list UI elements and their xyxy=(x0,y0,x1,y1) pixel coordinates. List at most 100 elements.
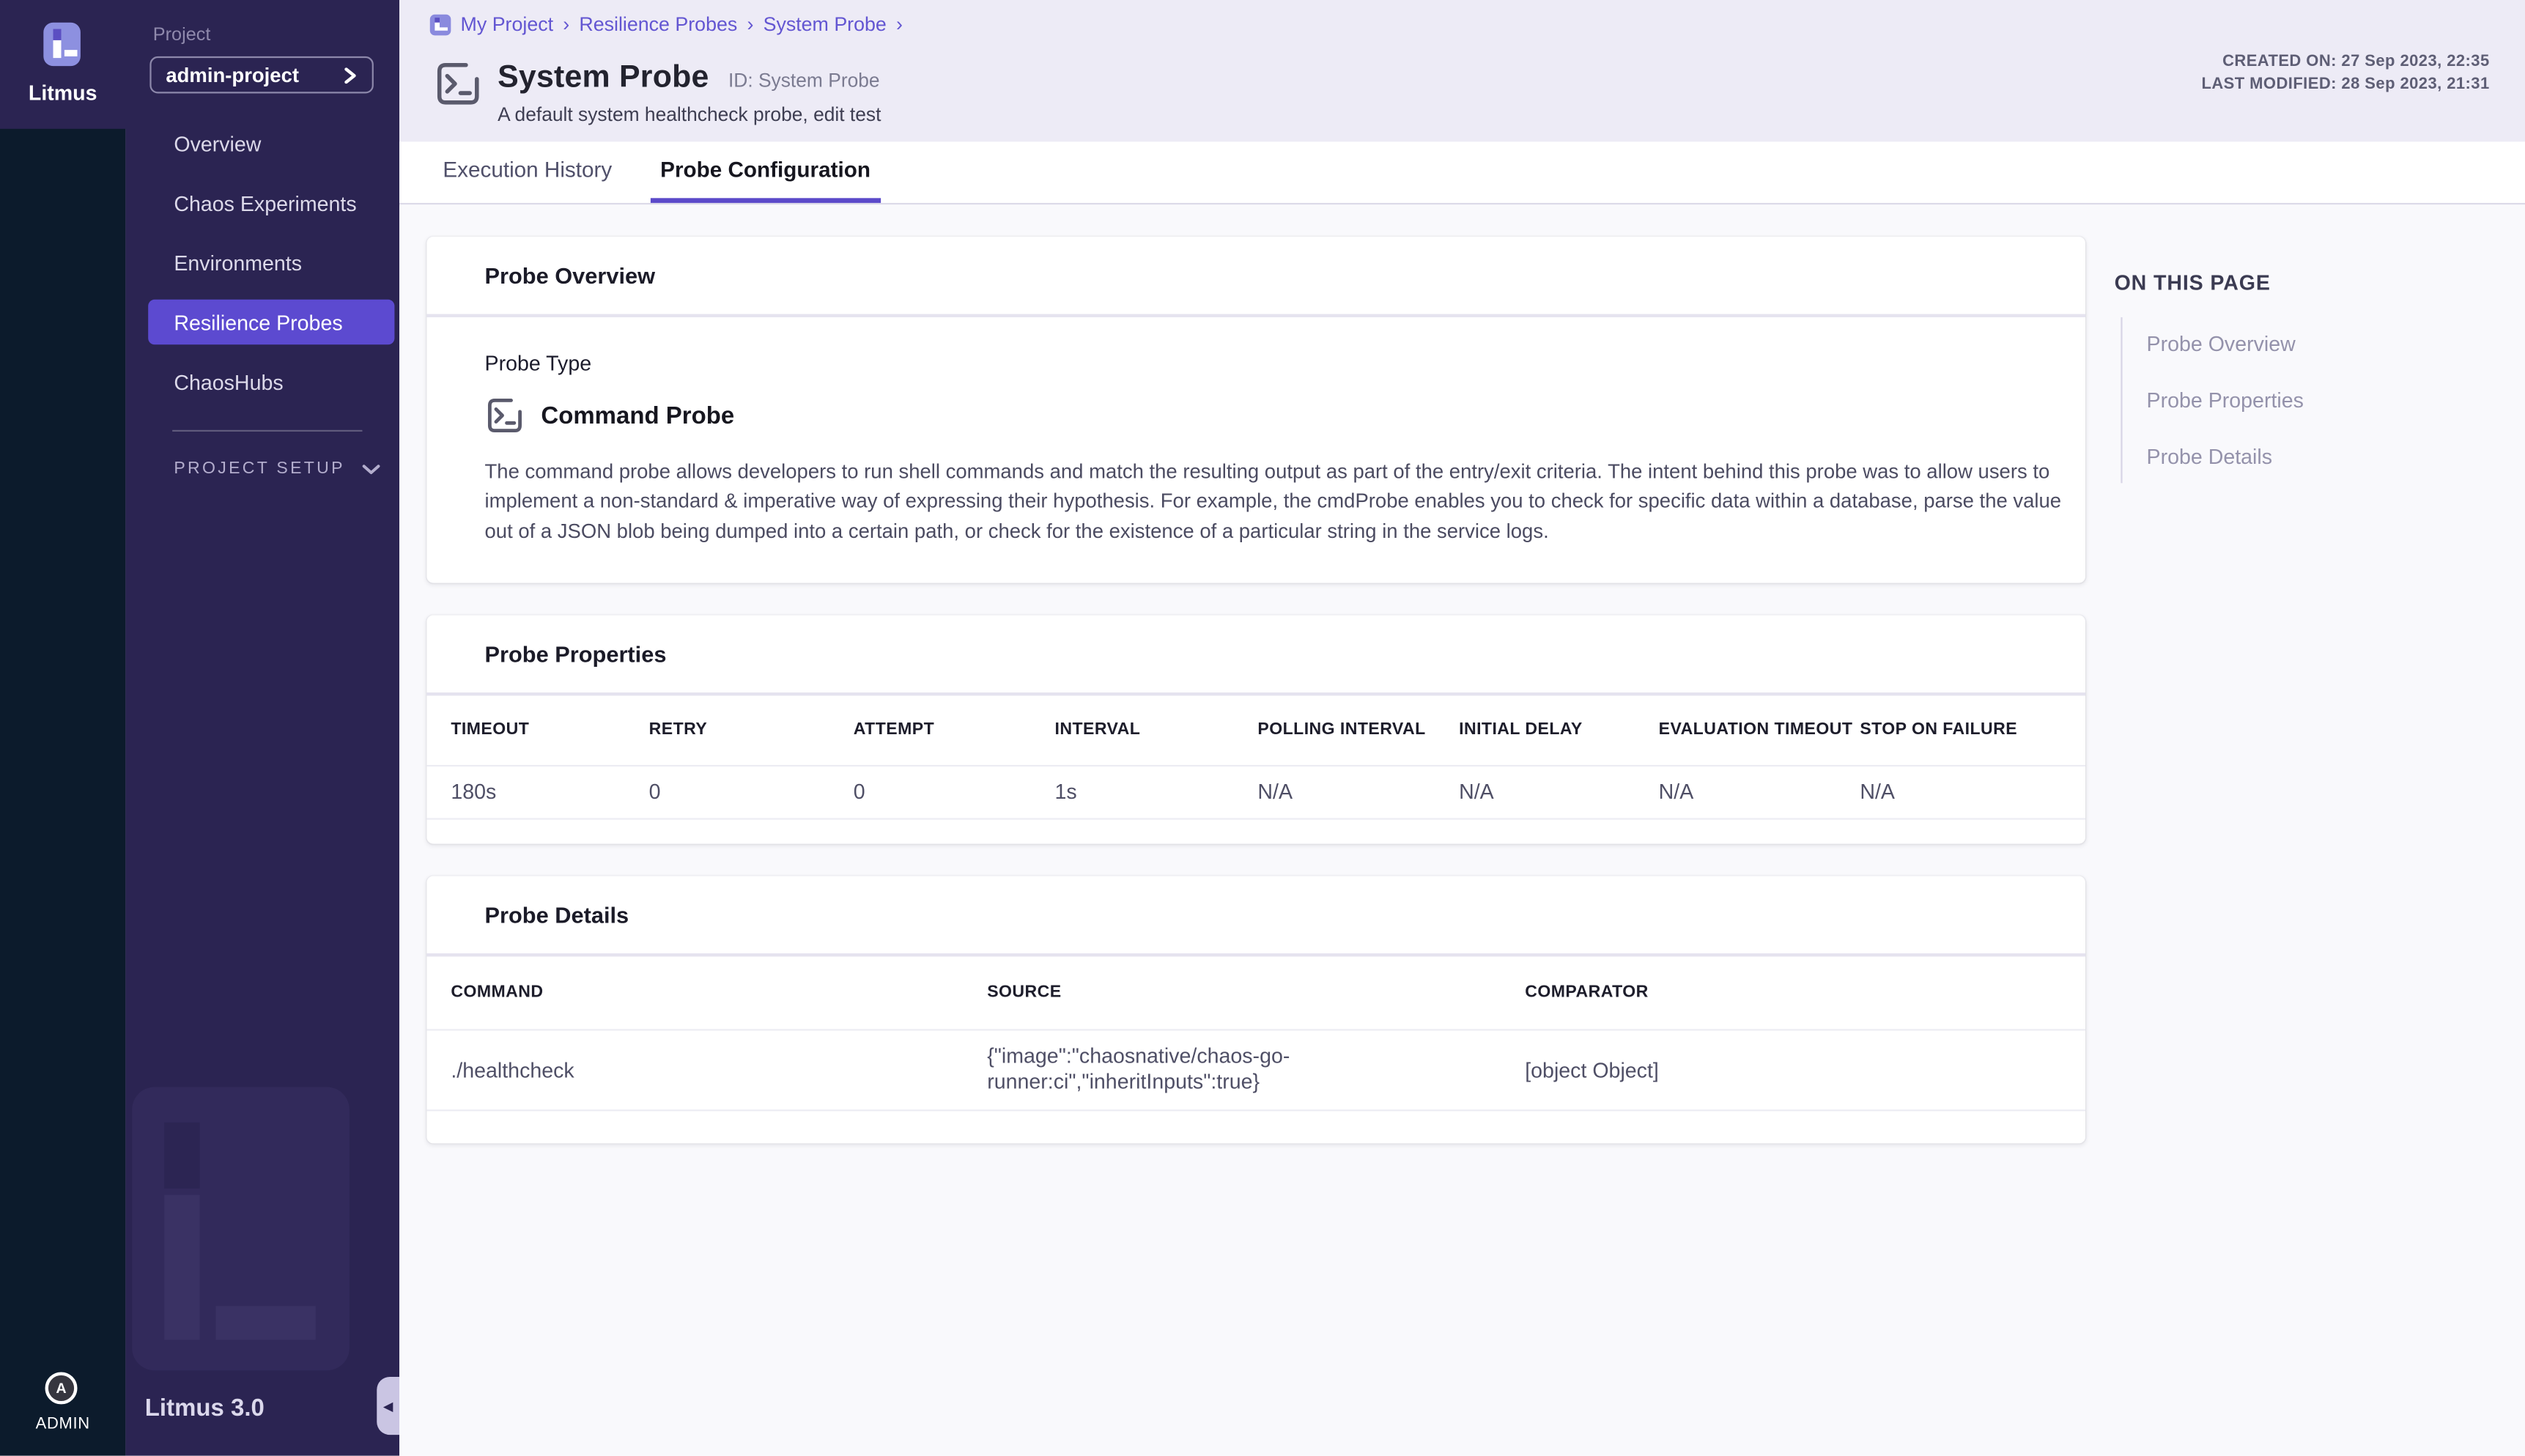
tab-probe-configuration[interactable]: Probe Configuration xyxy=(651,141,880,203)
terminal-icon xyxy=(485,396,525,435)
probe-overview-body: Probe Type Command Probe The command pro… xyxy=(426,317,2085,583)
logo-segment xyxy=(64,49,77,56)
comparator-value: [object Object] xyxy=(1525,1058,2085,1082)
column-header: POLLING INTERVAL xyxy=(1257,720,1459,739)
tab-bar: Execution History Probe Configuration xyxy=(399,141,2525,204)
sidebar-item-resilience-probes[interactable]: Resilience Probes xyxy=(148,300,394,345)
column-header: INTERVAL xyxy=(1054,720,1257,739)
stop-on-failure-value: N/A xyxy=(1860,780,2085,805)
link-probe-details[interactable]: Probe Details xyxy=(2147,445,2485,469)
details-header-row: COMMAND SOURCE COMPARATOR xyxy=(426,956,2085,1029)
retry-value: 0 xyxy=(649,780,854,805)
watermark-segment xyxy=(215,1306,315,1339)
column-header: INITIAL DELAY xyxy=(1459,720,1659,739)
probe-type-name: Command Probe xyxy=(541,402,734,429)
chevron-right-icon: › xyxy=(747,13,753,36)
cards-column: Probe Overview Probe Type Command Probe xyxy=(426,237,2085,1175)
sidebar-collapse-button[interactable]: ◀ xyxy=(377,1377,399,1435)
collapse-left-icon: ◀ xyxy=(383,1399,393,1413)
column-header: STOP ON FAILURE xyxy=(1860,720,2085,739)
main-area: My Project › Resilience Probes › System … xyxy=(399,0,2525,1456)
column-header: EVALUATION TIMEOUT xyxy=(1659,720,1860,739)
command-value: ./healthcheck xyxy=(451,1058,987,1082)
evaluation-timeout-value: N/A xyxy=(1659,780,1860,805)
chevron-right-icon xyxy=(343,67,358,83)
sidebar: Project admin-project Overview Chaos Exp… xyxy=(125,0,399,1456)
polling-interval-value: N/A xyxy=(1257,780,1459,805)
title-block: System Probe ID: System Probe A default … xyxy=(498,59,881,125)
probe-id-label: ID: System Probe xyxy=(728,70,880,92)
probe-type-label: Probe Type xyxy=(485,351,2027,375)
project-selector[interactable]: admin-project xyxy=(149,56,373,94)
terminal-icon xyxy=(433,59,483,108)
breadcrumb: My Project › Resilience Probes › System … xyxy=(430,13,903,36)
probe-description: The command probe allows developers to r… xyxy=(485,457,2082,546)
logo-label: Litmus xyxy=(0,81,125,105)
sidebar-item-chaoshubs[interactable]: ChaosHubs xyxy=(148,359,394,404)
probe-overview-title: Probe Overview xyxy=(426,237,2085,314)
project-selector-value: admin-project xyxy=(166,64,343,86)
litmus-breadcrumb-icon xyxy=(430,14,451,35)
probe-properties-card: Probe Properties TIMEOUT RETRY ATTEMPT I… xyxy=(426,615,2085,843)
litmus-watermark-logo xyxy=(132,1087,350,1370)
details-value-row: ./healthcheck {"image":"chaosnative/chao… xyxy=(426,1029,2085,1111)
tab-label: Execution History xyxy=(443,158,612,182)
litmus-logo-icon[interactable] xyxy=(43,23,81,66)
sidebar-item-label: Overview xyxy=(174,131,261,155)
project-setup-toggle[interactable]: PROJECT SETUP xyxy=(174,459,380,478)
left-rail: Litmus A ADMIN xyxy=(0,0,125,1456)
initial-delay-value: N/A xyxy=(1459,780,1659,805)
created-on: CREATED ON: 27 Sep 2023, 22:35 xyxy=(2201,51,2489,74)
sidebar-item-overview[interactable]: Overview xyxy=(148,121,394,166)
sidebar-item-label: Resilience Probes xyxy=(174,310,342,334)
column-header: TIMEOUT xyxy=(451,720,648,739)
attempt-value: 0 xyxy=(854,780,1055,805)
on-this-page: ON THIS PAGE Probe Overview Probe Proper… xyxy=(2115,270,2485,483)
content-area: Probe Overview Probe Type Command Probe xyxy=(399,206,2525,1455)
table-footer xyxy=(426,819,2085,843)
sidebar-item-label: Chaos Experiments xyxy=(174,191,356,215)
logo-segment xyxy=(440,28,448,32)
probe-subtitle: A default system healthcheck probe, edit… xyxy=(498,103,881,126)
properties-value-row: 180s 0 0 1s N/A N/A N/A N/A xyxy=(426,765,2085,820)
breadcrumb-item-my-project[interactable]: My Project xyxy=(461,13,554,36)
chevron-right-icon: › xyxy=(563,13,569,36)
logo-segment xyxy=(53,29,62,40)
interval-value: 1s xyxy=(1054,780,1257,805)
admin-label[interactable]: ADMIN xyxy=(0,1416,125,1433)
probe-details-card: Probe Details COMMAND SOURCE COMPARATOR … xyxy=(426,876,2085,1143)
project-setup-label: PROJECT SETUP xyxy=(174,459,345,478)
chevron-right-icon: › xyxy=(896,13,903,36)
probe-title-row: System Probe ID: System Probe A default … xyxy=(433,59,881,125)
link-probe-properties[interactable]: Probe Properties xyxy=(2147,388,2485,413)
avatar[interactable]: A xyxy=(45,1372,78,1404)
sidebar-item-chaos-experiments[interactable]: Chaos Experiments xyxy=(148,180,394,226)
link-probe-overview[interactable]: Probe Overview xyxy=(2147,332,2485,356)
watermark-segment xyxy=(164,1195,199,1340)
probe-properties-title: Probe Properties xyxy=(426,615,2085,692)
tab-execution-history[interactable]: Execution History xyxy=(433,141,621,203)
logo-segment xyxy=(435,17,439,23)
rail-logo-section: Litmus xyxy=(0,0,125,129)
logo-segment xyxy=(435,23,439,32)
version-label: Litmus 3.0 xyxy=(145,1394,265,1422)
page-title: System Probe xyxy=(498,59,709,97)
page-header: My Project › Resilience Probes › System … xyxy=(399,0,2525,141)
chevron-down-icon xyxy=(362,463,380,474)
on-this-page-links: Probe Overview Probe Properties Probe De… xyxy=(2121,317,2485,483)
sidebar-divider xyxy=(172,430,362,432)
probe-details-title: Probe Details xyxy=(426,876,2085,953)
column-header: ATTEMPT xyxy=(854,720,1055,739)
breadcrumb-item-resilience-probes[interactable]: Resilience Probes xyxy=(579,13,737,36)
timeout-value: 180s xyxy=(451,780,648,805)
table-footer xyxy=(426,1111,2085,1143)
probe-overview-card: Probe Overview Probe Type Command Probe xyxy=(426,237,2085,583)
on-this-page-title: ON THIS PAGE xyxy=(2115,270,2485,295)
tab-label: Probe Configuration xyxy=(660,158,870,182)
column-header: SOURCE xyxy=(987,983,1525,1002)
sidebar-item-label: ChaosHubs xyxy=(174,369,283,393)
breadcrumb-item-system-probe[interactable]: System Probe xyxy=(764,13,887,36)
properties-header-row: TIMEOUT RETRY ATTEMPT INTERVAL POLLING I… xyxy=(426,695,2085,765)
column-header: COMPARATOR xyxy=(1525,983,2085,1002)
sidebar-item-environments[interactable]: Environments xyxy=(148,240,394,285)
